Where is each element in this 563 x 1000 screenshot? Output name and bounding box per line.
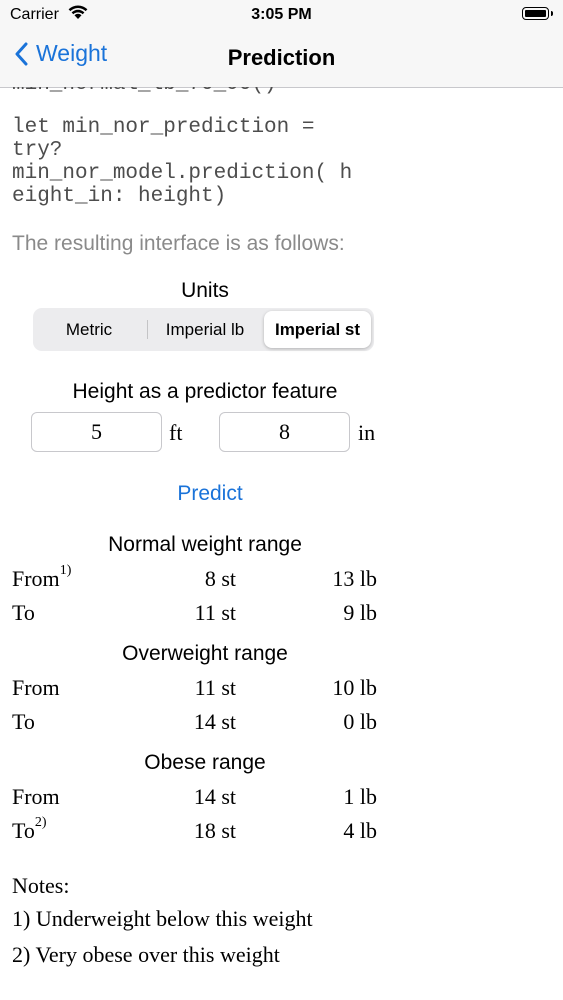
height-label: Height as a predictor feature [72, 380, 338, 403]
navigation-bar: Weight Prediction [0, 30, 563, 88]
footnote-2-marker: 2) [34, 815, 47, 830]
obese-from-st: 14 st [193, 784, 236, 809]
footnote-1-marker: 1) [59, 563, 72, 578]
battery-icon [522, 7, 553, 20]
feet-input[interactable] [31, 412, 162, 452]
notes-heading: Notes: [12, 873, 70, 898]
normal-from-st: 8 st [204, 566, 236, 591]
segment-imperial-lb[interactable]: Imperial lb [148, 308, 262, 351]
inches-input[interactable] [219, 412, 350, 452]
overweight-to-st: 14 st [193, 709, 236, 734]
segment-metric[interactable]: Metric [33, 308, 145, 351]
page-title: Prediction [227, 45, 336, 70]
obese-to-text: To [12, 818, 35, 843]
normal-to-label: To [12, 600, 35, 625]
obese-to-st: 18 st [193, 818, 236, 843]
overweight-range-title: Overweight range [122, 642, 288, 665]
note-1-text: Underweight below this weight [35, 906, 313, 931]
note-2-marker: 2) [12, 942, 31, 967]
feet-unit-label: ft [169, 420, 183, 445]
units-label: Units [181, 279, 229, 302]
obese-to-lb: 4 lb [343, 818, 377, 843]
obese-from-lb: 1 lb [343, 784, 377, 809]
status-bar: Carrier 3:05 PM [0, 0, 563, 30]
normal-from-text: From [12, 566, 60, 591]
note-2: 2) Very obese over this weight [12, 942, 280, 968]
overweight-from-lb: 10 lb [332, 675, 377, 700]
overweight-from-st: 11 st [194, 675, 236, 700]
obese-from-label: From [12, 784, 60, 809]
code-line-2: try? [12, 139, 63, 162]
note-2-text: Very obese over this weight [35, 942, 280, 967]
obese-range-title: Obese range [144, 751, 266, 774]
code-line-3: min_nor_model.prediction( h [12, 162, 353, 185]
normal-to-lb: 9 lb [343, 600, 377, 625]
overweight-to-lb: 0 lb [343, 709, 377, 734]
intro-text: The resulting interface is as follows: [12, 232, 345, 255]
segment-imperial-st[interactable]: Imperial st [264, 311, 371, 348]
note-1: 1) Underweight below this weight [12, 906, 313, 932]
inches-unit-label: in [358, 420, 376, 445]
code-line-clipped: min_normal_lb_70_90() [12, 87, 312, 95]
normal-range-title: Normal weight range [108, 533, 302, 556]
code-line-1: let min_nor_prediction = [12, 116, 315, 139]
units-segmented-control: Metric Imperial lb Imperial st [33, 308, 374, 351]
code-line-clipped-text: min_normal_lb_70_90() [12, 87, 277, 95]
clock: 3:05 PM [251, 6, 312, 23]
overweight-to-label: To [12, 709, 35, 734]
overweight-from-label: From [12, 675, 60, 700]
predict-button[interactable]: Predict [0, 482, 420, 506]
code-line-4: eight_in: height) [12, 185, 227, 208]
normal-to-st: 11 st [194, 600, 236, 625]
normal-from-lb: 13 lb [332, 566, 377, 591]
battery-fill [525, 10, 546, 17]
note-1-marker: 1) [12, 906, 31, 931]
obese-to-label: To2) [12, 815, 47, 844]
normal-from-label: From1) [12, 563, 72, 592]
